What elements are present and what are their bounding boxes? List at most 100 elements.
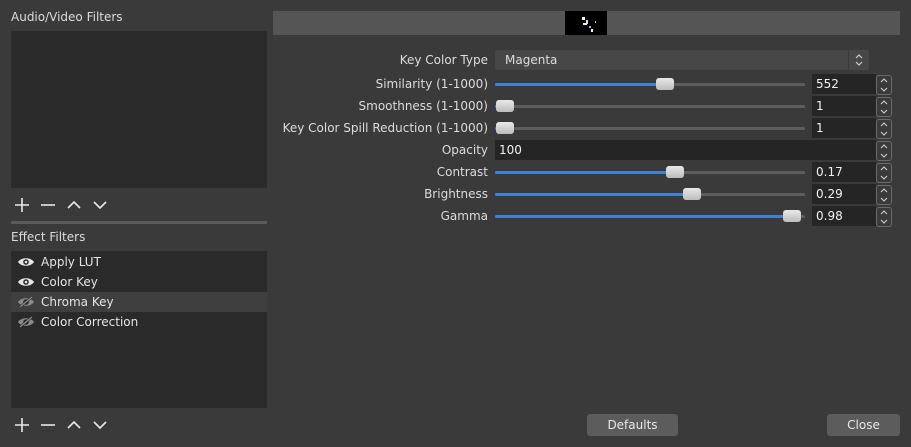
brightness-slider-handle[interactable] [683,188,701,200]
spill-reduction-input[interactable]: 1 [812,118,876,138]
add-effect-filter-button[interactable] [9,415,35,435]
similarity-row: Similarity (1-1000) 552 [273,74,893,95]
key-color-type-label: Key Color Type [399,53,488,67]
chevron-up-icon [880,122,888,127]
chevron-down-icon [93,201,107,210]
brightness-spin-buttons[interactable] [876,185,892,205]
chevron-down-icon [93,421,107,430]
chevron-down-icon [880,153,888,158]
spill-reduction-slider[interactable] [495,122,805,134]
chevron-down-icon [880,109,888,114]
gamma-slider-handle[interactable] [783,210,801,222]
chevron-up-icon [880,78,888,83]
contrast-row: Contrast 0.17 [273,162,893,183]
remove-effect-filter-button[interactable] [35,415,61,435]
spill-reduction-slider-handle[interactable] [496,122,514,134]
contrast-slider-fill [495,171,675,174]
contrast-value: 0.17 [816,165,843,179]
opacity-row: Opacity 100 [273,140,893,161]
chevron-up-icon [67,420,81,429]
gamma-slider-fill [495,215,792,218]
smoothness-slider[interactable] [495,100,805,112]
contrast-spin-buttons[interactable] [876,163,892,183]
defaults-button[interactable]: Defaults [587,414,678,436]
contrast-slider-handle[interactable] [666,166,684,178]
chevron-up-icon [880,210,888,215]
chevron-down-icon [880,175,888,180]
preview-image [582,17,596,32]
smoothness-spin-buttons[interactable] [876,97,892,117]
chevron-down-icon [880,197,888,202]
chevron-up-icon [880,100,888,105]
brightness-value: 0.29 [816,187,843,201]
key-color-type-value: Magenta [505,53,558,67]
eye-off-icon[interactable] [17,316,35,328]
brightness-input[interactable]: 0.29 [812,184,876,204]
brightness-slider[interactable] [495,188,805,200]
panel-splitter[interactable] [11,221,267,224]
chevron-up-icon [880,166,888,171]
opacity-label: Opacity [441,143,488,157]
contrast-input[interactable]: 0.17 [812,162,876,182]
brightness-slider-fill [495,193,692,196]
minus-icon [41,204,55,206]
spill-reduction-row: Key Color Spill Reduction (1-1000) 1 [273,118,893,139]
preview-area [273,11,900,35]
spill-reduction-label: Key Color Spill Reduction (1-1000) [282,121,488,135]
opacity-spin-buttons[interactable] [876,141,892,161]
effect-filters-label: Effect Filters [11,230,86,244]
plus-icon [15,198,29,212]
av-filters-list[interactable] [11,31,267,188]
similarity-spin-buttons[interactable] [876,75,892,95]
av-filters-label: Audio/Video Filters [11,10,123,24]
effect-filter-label: Chroma Key [41,295,114,309]
opacity-input[interactable]: 100 [495,140,876,160]
effect-filter-label: Apply LUT [41,255,101,269]
opacity-value: 100 [499,143,522,157]
gamma-spin-buttons[interactable] [876,207,892,227]
spill-reduction-spin-buttons[interactable] [876,119,892,139]
chevron-up-icon [880,144,888,149]
gamma-label: Gamma [440,209,488,223]
smoothness-slider-handle[interactable] [496,100,514,112]
gamma-row: Gamma 0.98 [273,206,893,227]
key-color-type-select[interactable]: Magenta [495,50,869,70]
chevron-down-icon [880,131,888,136]
chevron-down-icon [880,87,888,92]
effect-filters-toolbar [9,415,113,435]
similarity-label: Similarity (1-1000) [375,77,488,91]
close-button[interactable]: Close [827,414,900,436]
similarity-slider-handle[interactable] [656,78,674,90]
effect-filter-item[interactable]: Apply LUT [11,252,267,272]
similarity-input[interactable]: 552 [812,74,876,94]
move-effect-filter-up-button[interactable] [61,415,87,435]
updown-arrows-icon [848,50,869,70]
effect-filter-label: Color Correction [41,315,139,329]
effect-filter-label: Color Key [41,275,98,289]
contrast-slider[interactable] [495,166,805,178]
move-av-filter-up-button[interactable] [61,195,87,215]
eye-off-icon[interactable] [17,296,35,308]
eye-icon[interactable] [17,276,35,288]
minus-icon [41,424,55,426]
gamma-slider[interactable] [495,210,805,222]
brightness-row: Brightness 0.29 [273,184,893,205]
move-effect-filter-down-button[interactable] [87,415,113,435]
effect-filter-item[interactable]: Color Key [11,272,267,292]
similarity-slider[interactable] [495,78,805,90]
plus-icon [15,418,29,432]
add-av-filter-button[interactable] [9,195,35,215]
smoothness-input[interactable]: 1 [812,96,876,116]
eye-icon[interactable] [17,256,35,268]
effect-filters-list[interactable]: Apply LUT Color Key Chroma Key Color Correc… [11,251,267,408]
spill-reduction-value: 1 [816,121,824,135]
gamma-input[interactable]: 0.98 [812,206,876,226]
effect-filter-item[interactable]: Chroma Key [11,292,267,312]
similarity-slider-fill [495,83,665,86]
brightness-label: Brightness [424,187,488,201]
remove-av-filter-button[interactable] [35,195,61,215]
gamma-value: 0.98 [816,209,843,223]
similarity-value: 552 [816,77,839,91]
effect-filter-item[interactable]: Color Correction [11,312,267,332]
move-av-filter-down-button[interactable] [87,195,113,215]
